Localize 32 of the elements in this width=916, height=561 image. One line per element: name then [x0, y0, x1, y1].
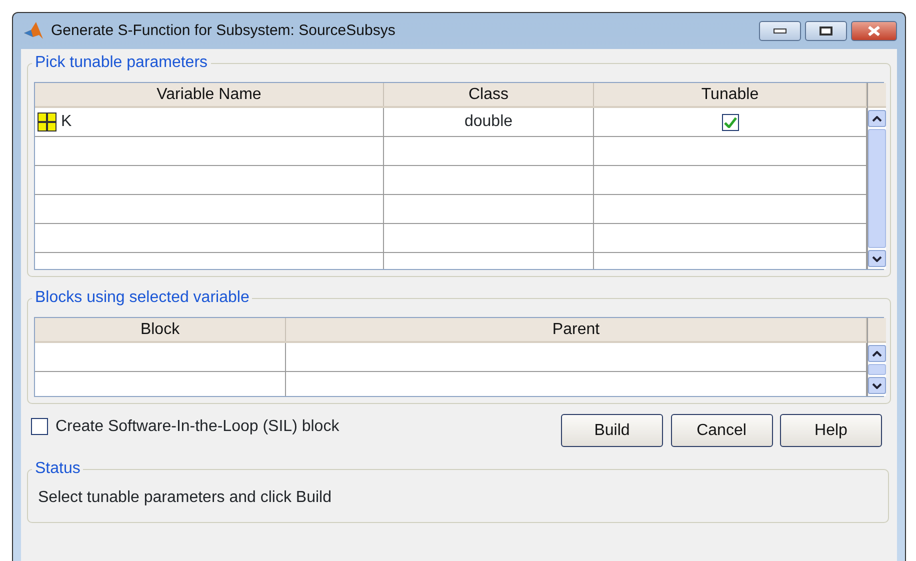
scroll-down-icon[interactable]	[868, 377, 886, 394]
dialog-button[interactable]: Help	[780, 414, 882, 447]
scroll-up-icon[interactable]	[868, 345, 886, 362]
sil-checkbox[interactable]	[31, 418, 48, 435]
scroll-thumb[interactable]	[868, 364, 886, 375]
close-icon	[867, 25, 881, 37]
tunable-checkbox[interactable]	[722, 114, 738, 130]
dialog-button[interactable]: Build	[561, 414, 663, 447]
cone-logo-icon	[23, 21, 45, 41]
dialog-button[interactable]: Cancel	[670, 414, 772, 447]
close-button[interactable]	[851, 21, 897, 41]
table-cell-text: K	[61, 112, 72, 132]
scroll-thumb[interactable]	[868, 129, 886, 248]
window-title: Generate S-Function for Subsystem: SourceSubsys	[51, 20, 396, 41]
scrollbar[interactable]	[867, 318, 886, 396]
column-header[interactable]: Block	[35, 318, 286, 341]
table-row[interactable]: K double	[35, 108, 867, 137]
panel-title: Blocks using selected variable	[32, 289, 252, 307]
maximize-icon	[819, 26, 833, 36]
scrollbar[interactable]	[867, 83, 886, 269]
column-header[interactable]: Variable Name	[35, 83, 384, 106]
status-text: Select tunable parameters and click Build	[38, 489, 332, 506]
scroll-up-icon[interactable]	[868, 110, 886, 127]
table-cell-text: double	[464, 112, 513, 132]
minimize-button[interactable]	[759, 21, 801, 41]
panel-title: Pick tunable parameters	[32, 54, 211, 72]
checkbox-label: Create Software-In-the-Loop (SIL) block	[56, 416, 340, 436]
matrix-icon	[37, 112, 57, 132]
column-header[interactable]: Class	[384, 83, 594, 106]
maximize-button[interactable]	[805, 21, 847, 41]
minimize-icon	[773, 28, 787, 34]
scroll-down-icon[interactable]	[868, 250, 886, 267]
